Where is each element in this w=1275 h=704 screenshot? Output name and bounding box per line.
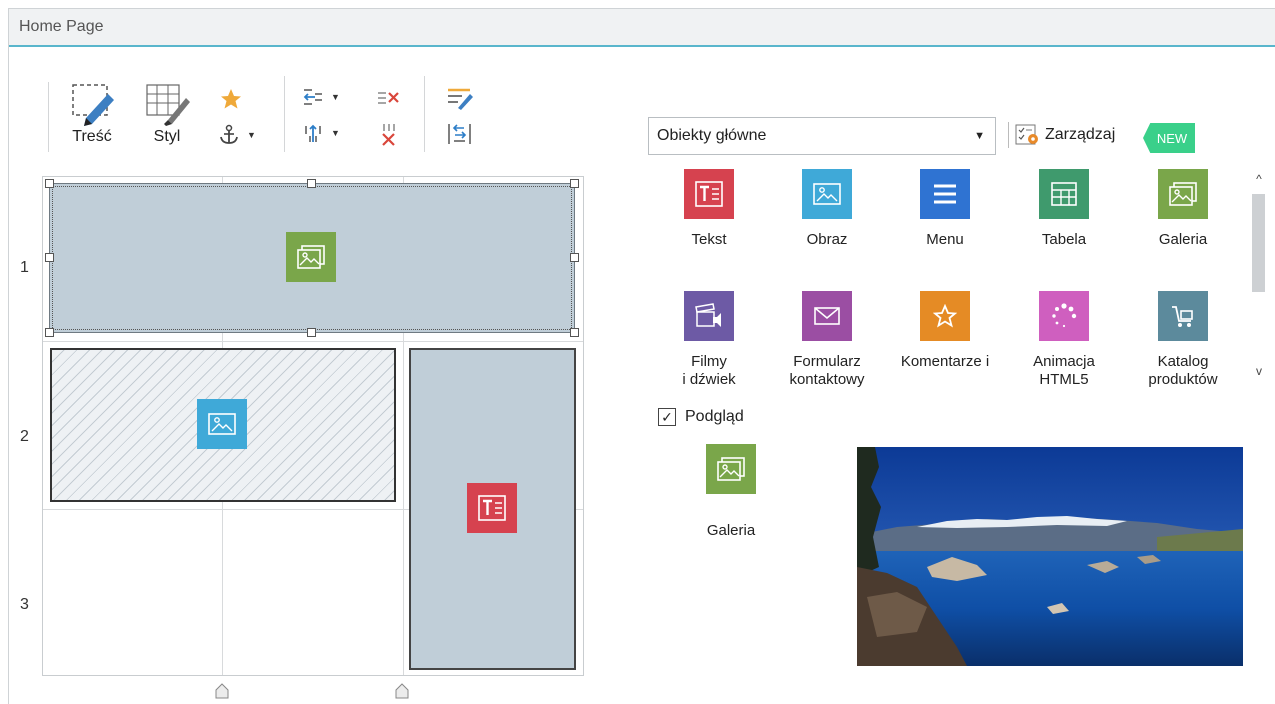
manage-button-label: Zarządzaj [1045,126,1116,143]
object-item-label: Animacja HTML5 [1033,353,1095,388]
checkbox-checked-icon: ✓ [658,408,676,426]
object-item-label: Formularz kontaktowy [789,353,865,388]
anchor-button[interactable]: ▼ [218,124,256,146]
object-item-text[interactable]: Tekst [654,169,764,249]
scroll-down-icon[interactable]: v [1250,364,1268,378]
object-item-label: Menu [926,231,964,248]
toolbar-separator [424,76,425,152]
resize-handle[interactable] [570,253,579,262]
window-title: Home Page [19,18,104,35]
edit-content-icon [72,84,114,126]
table-icon [1039,169,1089,219]
star-icon [221,89,241,109]
manage-settings-icon [1015,124,1038,145]
star-comment-icon [920,291,970,341]
gallery-icon [1158,169,1208,219]
scroll-up-icon[interactable]: ^ [1250,172,1268,186]
distribute-button[interactable] [446,122,474,146]
object-item-html5-animation[interactable]: Animacja HTML5 [1009,291,1119,389]
envelope-icon [802,291,852,341]
anchor-icon [220,124,238,144]
preview-photo [857,447,1243,666]
grid-row-line [43,341,583,342]
preview-checkbox[interactable]: ✓ Podgląd [658,408,744,426]
style-button-label: Styl [153,128,181,145]
delete-row-button[interactable] [376,88,402,108]
manage-button[interactable]: Zarządzaj [1008,122,1115,148]
object-item-comments[interactable]: Komentarze i [890,291,1000,371]
image-icon [197,399,247,449]
objects-scrollbar[interactable]: ^ v [1250,168,1268,393]
content-button[interactable]: Treść [66,82,118,146]
divider [1008,122,1009,148]
object-item-gallery[interactable]: Galeria [1128,169,1238,249]
insert-row-above-icon [303,89,322,105]
delete-column-icon [382,124,395,146]
film-sound-icon [684,291,734,341]
style-button[interactable]: Styl [141,82,193,146]
object-item-label: Tekst [691,231,727,248]
format-brush-icon [448,88,473,110]
object-item-product-catalog[interactable]: Katalog produktów [1128,291,1238,389]
delete-column-button[interactable] [378,122,400,146]
delete-row-icon [378,92,399,104]
preview-object: Galeria [676,444,786,540]
resize-handle[interactable] [45,253,54,262]
toolbar-separator [284,76,285,152]
object-category-value: Obiekty główne [657,127,767,144]
object-item-label: Tabela [1041,231,1087,248]
object-item-table[interactable]: Tabela [1009,169,1119,249]
object-item-contact-form[interactable]: Formularz kontaktowy [772,291,882,389]
scrollbar-thumb[interactable] [1252,194,1265,292]
format-button[interactable] [446,86,474,110]
resize-handle[interactable] [307,328,316,337]
chevron-down-icon: ▼ [974,130,985,142]
chevron-down-icon: ▼ [247,130,256,140]
row-number: 2 [20,428,29,445]
chevron-down-icon: ▼ [331,92,340,102]
title-bar: Home Page [9,9,1275,47]
object-item-label: Katalog produktów [1148,353,1218,388]
object-item-image[interactable]: Obraz [772,169,882,249]
distribute-columns-icon [448,124,471,144]
spinner-icon [1039,291,1089,341]
chevron-down-icon: ▼ [331,128,340,138]
row-number: 1 [20,259,29,276]
content-button-label: Treść [72,128,112,145]
resize-handle[interactable] [45,328,54,337]
object-item-menu[interactable]: Menu [890,169,1000,249]
new-badge: NEW [1143,123,1195,153]
image-icon [802,169,852,219]
column-divider-handle[interactable] [215,683,229,703]
object-item-label: Komentarze i [900,353,990,370]
object-item-label: Filmy i dźwiek [682,353,736,388]
resize-handle[interactable] [45,179,54,188]
object-category-select[interactable]: Obiekty główne ▼ [648,117,996,155]
toolbar-separator [48,82,49,152]
menu-icon [920,169,970,219]
favorite-button[interactable] [220,88,242,110]
object-item-label: Obraz [806,231,848,248]
preview-object-label: Galeria [706,522,756,539]
preview-checkbox-label: Podgląd [685,408,744,425]
object-item-label: Galeria [1158,231,1208,248]
insert-column-button[interactable]: ▼ [302,122,340,144]
object-item-video-sound[interactable]: Filmy i dźwiek [654,291,764,389]
cart-icon [1158,291,1208,341]
row-number: 3 [20,596,29,613]
list-clip [640,392,1250,400]
gallery-icon [286,232,336,282]
resize-handle[interactable] [307,179,316,188]
insert-column-icon [305,124,321,142]
column-divider-handle[interactable] [395,683,409,703]
insert-row-above-button[interactable]: ▼ [302,86,340,108]
table-style-icon [146,84,190,126]
text-icon [467,483,517,533]
text-icon [684,169,734,219]
resize-handle[interactable] [570,179,579,188]
resize-handle[interactable] [570,328,579,337]
gallery-icon [706,444,756,494]
